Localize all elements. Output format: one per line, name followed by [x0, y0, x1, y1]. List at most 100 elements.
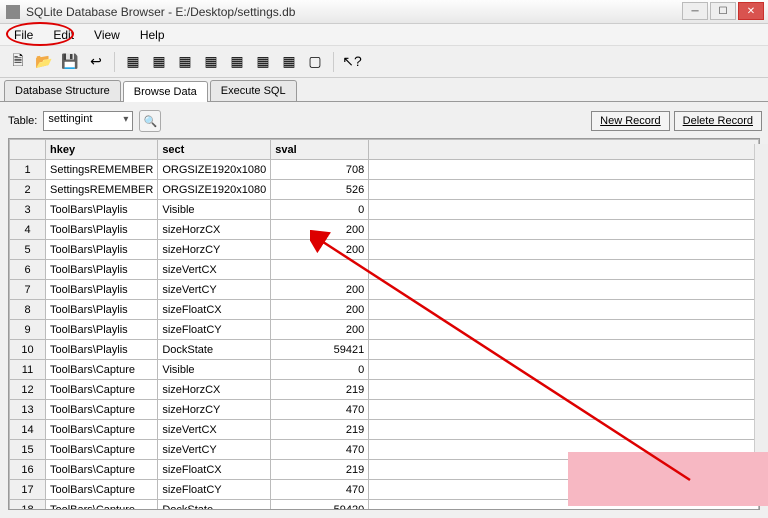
cell-hkey[interactable]: ToolBars\Capture	[46, 360, 158, 380]
new-db-icon[interactable]: 🗎	[6, 50, 30, 74]
vertical-scrollbar[interactable]	[754, 144, 768, 452]
table-row[interactable]: 14ToolBars\CapturesizeVertCX219	[10, 420, 759, 440]
table-row[interactable]: 8ToolBars\PlaylissizeFloatCX200	[10, 300, 759, 320]
cell-sval[interactable]: 470	[271, 440, 369, 460]
cell-sect[interactable]: Visible	[158, 360, 271, 380]
help-icon[interactable]: ↖?	[340, 50, 364, 74]
table-row[interactable]: 4ToolBars\PlaylissizeHorzCX200	[10, 220, 759, 240]
search-button[interactable]: 🔍	[139, 110, 161, 132]
cell-sval[interactable]: 708	[271, 160, 369, 180]
tab-browse[interactable]: Browse Data	[123, 81, 208, 102]
table-select[interactable]: settingint	[43, 111, 133, 131]
cell-sval[interactable]: 200	[271, 220, 369, 240]
cell-sect[interactable]: sizeVertCX	[158, 420, 271, 440]
cell-sval[interactable]: 470	[271, 480, 369, 500]
table-row[interactable]: 11ToolBars\CaptureVisible0	[10, 360, 759, 380]
open-db-icon[interactable]: 📂	[32, 50, 56, 74]
cell-hkey[interactable]: ToolBars\Playlis	[46, 340, 158, 360]
new-record-button[interactable]: New Record	[591, 111, 670, 131]
delete-table-icon[interactable]: ▦	[147, 50, 171, 74]
col-rownum[interactable]	[10, 140, 46, 160]
cell-sect[interactable]: sizeVertCY	[158, 440, 271, 460]
cell-sval[interactable]: 219	[271, 460, 369, 480]
delete-record-button[interactable]: Delete Record	[674, 111, 762, 131]
cell-sect[interactable]: sizeVertCY	[158, 280, 271, 300]
cell-sect[interactable]: sizeFloatCX	[158, 300, 271, 320]
cell-hkey[interactable]: ToolBars\Playlis	[46, 260, 158, 280]
tab-structure[interactable]: Database Structure	[4, 80, 121, 101]
delete-index-icon[interactable]: ▦	[225, 50, 249, 74]
cell-sect[interactable]: sizeFloatCX	[158, 460, 271, 480]
cell-hkey[interactable]: ToolBars\Capture	[46, 400, 158, 420]
table-row[interactable]: 5ToolBars\PlaylissizeHorzCY200	[10, 240, 759, 260]
tab-sql[interactable]: Execute SQL	[210, 80, 297, 101]
col-sval[interactable]: sval	[271, 140, 369, 160]
cell-sval[interactable]: 200	[271, 300, 369, 320]
cell-sval[interactable]: 0	[271, 200, 369, 220]
cell-sval[interactable]: 219	[271, 380, 369, 400]
create-index-icon[interactable]: ▦	[199, 50, 223, 74]
cell-sect[interactable]: Visible	[158, 200, 271, 220]
revert-icon[interactable]: ↩	[84, 50, 108, 74]
cell-hkey[interactable]: ToolBars\Capture	[46, 420, 158, 440]
menu-edit[interactable]: Edit	[43, 26, 84, 44]
cell-sect[interactable]: sizeHorzCY	[158, 400, 271, 420]
cell-hkey[interactable]: ToolBars\Playlis	[46, 300, 158, 320]
cell-hkey[interactable]: ToolBars\Capture	[46, 500, 158, 511]
table-row[interactable]: 10ToolBars\PlaylisDockState59421	[10, 340, 759, 360]
modify-table-icon[interactable]: ▦	[173, 50, 197, 74]
menu-help[interactable]: Help	[130, 26, 175, 44]
cell-sval[interactable]: 200	[271, 240, 369, 260]
log-icon[interactable]: ▢	[303, 50, 327, 74]
close-button[interactable]: ✕	[738, 2, 764, 20]
cell-hkey[interactable]: ToolBars\Capture	[46, 380, 158, 400]
col-sect[interactable]: sect	[158, 140, 271, 160]
cell-hkey[interactable]: ToolBars\Capture	[46, 460, 158, 480]
cell-sval[interactable]: 0	[271, 360, 369, 380]
cell-sect[interactable]: sizeFloatCY	[158, 480, 271, 500]
cell-hkey[interactable]: ToolBars\Playlis	[46, 220, 158, 240]
cell-sect[interactable]: sizeHorzCX	[158, 220, 271, 240]
menu-file[interactable]: File	[4, 26, 43, 44]
cell-hkey[interactable]: SettingsREMEMBER	[46, 160, 158, 180]
table-row[interactable]: 2SettingsREMEMBERORGSIZE1920x1080526	[10, 180, 759, 200]
cell-sect[interactable]: sizeHorzCX	[158, 380, 271, 400]
cell-hkey[interactable]: ToolBars\Capture	[46, 480, 158, 500]
cell-hkey[interactable]: ToolBars\Capture	[46, 440, 158, 460]
cell-sect[interactable]: DockState	[158, 340, 271, 360]
minimize-button[interactable]: ─	[682, 2, 708, 20]
cell-sval[interactable]: 200	[271, 320, 369, 340]
save-icon[interactable]: 💾	[58, 50, 82, 74]
cell-hkey[interactable]: ToolBars\Playlis	[46, 240, 158, 260]
cell-sect[interactable]: ORGSIZE1920x1080	[158, 160, 271, 180]
table-row[interactable]: 1SettingsREMEMBERORGSIZE1920x1080708	[10, 160, 759, 180]
cell-hkey[interactable]: ToolBars\Playlis	[46, 280, 158, 300]
cell-hkey[interactable]: SettingsREMEMBER	[46, 180, 158, 200]
cell-hkey[interactable]: ToolBars\Playlis	[46, 200, 158, 220]
cell-hkey[interactable]: ToolBars\Playlis	[46, 320, 158, 340]
cell-sval[interactable]: 526	[271, 180, 369, 200]
table-row[interactable]: 9ToolBars\PlaylissizeFloatCY200	[10, 320, 759, 340]
cell-sval[interactable]: 59421	[271, 340, 369, 360]
table-row[interactable]: 3ToolBars\PlaylisVisible0	[10, 200, 759, 220]
delete-field-icon[interactable]: ▦	[277, 50, 301, 74]
cell-sect[interactable]: ORGSIZE1920x1080	[158, 180, 271, 200]
table-row[interactable]: 12ToolBars\CapturesizeHorzCX219	[10, 380, 759, 400]
cell-sect[interactable]: DockState	[158, 500, 271, 511]
cell-sect[interactable]: sizeFloatCY	[158, 320, 271, 340]
table-row[interactable]: 6ToolBars\PlaylissizeVertCX	[10, 260, 759, 280]
cell-sval[interactable]: 200	[271, 280, 369, 300]
maximize-button[interactable]: ☐	[710, 2, 736, 20]
cell-sval[interactable]: 219	[271, 420, 369, 440]
cell-sect[interactable]: sizeHorzCY	[158, 240, 271, 260]
menu-view[interactable]: View	[84, 26, 130, 44]
table-row[interactable]: 13ToolBars\CapturesizeHorzCY470	[10, 400, 759, 420]
col-hkey[interactable]: hkey	[46, 140, 158, 160]
cell-sect[interactable]: sizeVertCX	[158, 260, 271, 280]
create-table-icon[interactable]: ▦	[121, 50, 145, 74]
add-field-icon[interactable]: ▦	[251, 50, 275, 74]
cell-sval[interactable]: 470	[271, 400, 369, 420]
table-row[interactable]: 7ToolBars\PlaylissizeVertCY200	[10, 280, 759, 300]
cell-sval[interactable]	[271, 260, 369, 280]
cell-sval[interactable]: 59420	[271, 500, 369, 511]
